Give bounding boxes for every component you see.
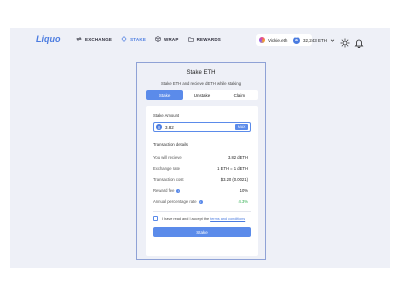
account-name: Vickie.eth: [268, 37, 288, 43]
detail-row: Annual percentage rate i 4.3%: [153, 196, 248, 207]
eth-icon: Ξ: [293, 36, 300, 44]
rewards-icon: [187, 37, 194, 42]
chevron-down-icon: [330, 39, 335, 42]
terms-prefix: I have read and I accept the: [162, 216, 210, 221]
bell-icon: [354, 39, 364, 48]
detail-key-with-info: Annual percentage rate i: [153, 199, 203, 204]
stake-panel: Stake Amount Ξ MAX Transaction details Y…: [146, 106, 258, 256]
nav-stake-label: Stake: [130, 36, 147, 42]
info-icon[interactable]: i: [176, 188, 181, 193]
nav-exchange[interactable]: Exchange: [76, 36, 112, 42]
stake-card: Stake ETH Stake ETH and recieve dETH whi…: [136, 62, 266, 260]
card-title: Stake ETH: [186, 70, 216, 76]
detail-row: Transaction cost $3.20 (0.0021): [153, 174, 248, 185]
detail-key: Transaction cost: [153, 177, 184, 182]
apr-value: 4.3%: [238, 199, 248, 204]
nav-stake[interactable]: Stake: [121, 36, 146, 42]
nav-rewards-label: Rewards: [196, 36, 221, 42]
balance-dropdown[interactable]: Ξ 32,243 ETH: [293, 34, 339, 46]
stake-tabs: Stake Unstake Claim: [146, 90, 258, 100]
max-button[interactable]: MAX: [235, 124, 248, 130]
detail-key: Exchange rate: [153, 166, 181, 171]
main-menu: Exchange Stake Wrap Rewards: [76, 36, 221, 42]
detail-value: $3.20 (0.0021): [220, 177, 248, 182]
eth-icon: Ξ: [156, 124, 162, 130]
detail-value: 1 ETH = 1 dETH: [217, 166, 248, 171]
amount-input[interactable]: [165, 124, 236, 130]
nav-wrap[interactable]: Wrap: [155, 36, 179, 42]
detail-key: You will recieve: [153, 155, 182, 160]
wrap-icon: [155, 36, 161, 42]
stake-icon: [121, 36, 127, 42]
nav-rewards[interactable]: Rewards: [187, 36, 221, 42]
stake-button[interactable]: Stake: [153, 227, 251, 237]
tab-stake[interactable]: Stake: [146, 90, 184, 100]
divider: [153, 211, 251, 212]
detail-key-with-info: Reward fee i: [153, 188, 181, 193]
tab-unstake[interactable]: Unstake: [183, 90, 220, 100]
balance-value: 32,243 ETH: [303, 37, 328, 43]
terms-row: I have read and I accept the terms and c…: [153, 216, 245, 221]
sun-icon: [340, 38, 350, 48]
detail-row: You will recieve 3.82 dETH: [153, 152, 248, 163]
nav-exchange-label: Exchange: [85, 36, 113, 42]
amount-label: Stake Amount: [153, 113, 180, 118]
terms-link[interactable]: terms and conditions: [210, 217, 245, 221]
theme-toggle-button[interactable]: [340, 35, 350, 48]
top-nav: Liquo Exchange Stake Wrap Rewards Vickie…: [10, 28, 390, 52]
nav-wrap-label: Wrap: [164, 36, 179, 42]
info-icon[interactable]: i: [198, 199, 203, 204]
details-list: You will recieve 3.82 dETH Exchange rate…: [153, 152, 248, 207]
detail-key: Reward fee: [153, 188, 175, 193]
detail-value: 10%: [239, 188, 248, 193]
exchange-icon: [76, 36, 82, 42]
terms-text: I have read and I accept the terms and c…: [162, 217, 245, 221]
avatar: [259, 37, 265, 43]
amount-field: Ξ MAX: [153, 122, 251, 132]
detail-row: Exchange rate 1 ETH = 1 dETH: [153, 163, 248, 174]
brand-logo[interactable]: Liquo: [36, 34, 61, 44]
detail-row: Reward fee i 10%: [153, 185, 248, 196]
detail-value: 3.82 dETH: [227, 155, 248, 160]
terms-checkbox[interactable]: [153, 216, 158, 221]
detail-key: Annual percentage rate: [153, 199, 197, 204]
card-subtitle: Stake ETH and recieve dETH while staking: [160, 81, 242, 86]
app-frame: Liquo Exchange Stake Wrap Rewards Vickie…: [10, 28, 390, 268]
notifications-button[interactable]: [354, 35, 364, 48]
tab-claim[interactable]: Claim: [221, 90, 258, 100]
details-title: Transaction details: [153, 142, 188, 147]
